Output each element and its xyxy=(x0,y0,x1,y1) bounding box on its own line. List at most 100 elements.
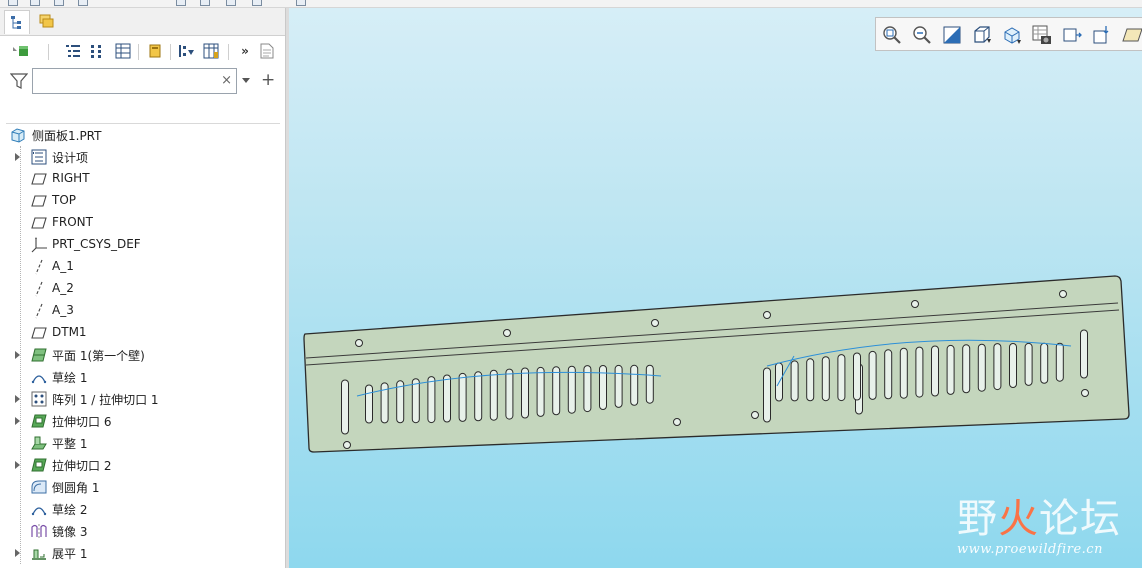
datum-axis-icon xyxy=(35,259,43,275)
filter-row: × + xyxy=(0,66,285,96)
clear-search-button[interactable]: × xyxy=(221,73,232,89)
slot xyxy=(505,368,514,420)
datum-plane-icon xyxy=(31,195,47,207)
tree-item-right[interactable]: RIGHT xyxy=(0,168,285,190)
undo-icon[interactable] xyxy=(78,0,88,6)
tree-item-dtm1[interactable]: DTM1 xyxy=(0,322,285,344)
customize-icon[interactable] xyxy=(296,0,306,6)
tree-item-mirror-3[interactable]: 镜像 3 xyxy=(0,520,285,542)
search-box[interactable]: × xyxy=(32,68,237,94)
slot xyxy=(763,367,771,423)
slot xyxy=(427,376,436,424)
tree-item-label: A_2 xyxy=(52,281,74,295)
slot xyxy=(1080,329,1088,379)
tree-item-front[interactable]: FRONT xyxy=(0,212,285,234)
slot xyxy=(630,364,639,406)
tree-item-label: RIGHT xyxy=(52,171,90,185)
sheet-metal-part[interactable] xyxy=(289,8,1142,568)
tree-item-label: 草绘 1 xyxy=(52,371,88,385)
tab-layers[interactable] xyxy=(34,10,60,34)
tree-item-label: 倒圆角 1 xyxy=(52,481,100,495)
close-window-icon[interactable] xyxy=(226,0,236,6)
slot xyxy=(341,379,349,435)
graphics-viewport[interactable]: 野火论坛 www.proewildfire.cn xyxy=(289,8,1142,568)
notes-icon[interactable] xyxy=(258,42,276,60)
tree-item-unbend-1[interactable]: 展平 1 xyxy=(0,542,285,564)
slot xyxy=(962,344,971,394)
tree-item-round-1[interactable]: 倒圆角 1 xyxy=(0,476,285,498)
datum-plane-icon xyxy=(31,173,47,185)
mirror-icon xyxy=(31,524,47,538)
tree-item-a1[interactable]: A_1 xyxy=(0,256,285,278)
slot xyxy=(868,350,877,400)
round-icon xyxy=(31,480,47,494)
slot xyxy=(806,358,815,402)
tree-item-label: 平整 1 xyxy=(52,437,88,451)
new-icon[interactable] xyxy=(8,0,18,6)
slot xyxy=(853,352,861,401)
display-style-icon[interactable] xyxy=(12,42,30,60)
tree-item-extrude-cut-6[interactable]: 拉伸切口 6 xyxy=(0,410,285,432)
tree-item-label: 镜像 3 xyxy=(52,525,88,539)
slot xyxy=(1040,342,1049,384)
tree-item-design-items[interactable]: 设计项 xyxy=(0,146,285,168)
columns-icon[interactable] xyxy=(202,42,220,60)
slot xyxy=(443,374,451,423)
tree-item-extrude-cut-2[interactable]: 拉伸切口 2 xyxy=(0,454,285,476)
expand-arrow-icon[interactable] xyxy=(15,395,20,403)
add-column-icon[interactable] xyxy=(178,42,196,60)
tree-item-a3[interactable]: A_3 xyxy=(0,300,285,322)
datum-axis-icon xyxy=(35,303,43,319)
expand-arrow-icon[interactable] xyxy=(15,153,20,161)
slot xyxy=(837,354,846,402)
add-filter-button[interactable]: + xyxy=(261,70,275,90)
tree-item-csys[interactable]: PRT_CSYS_DEF xyxy=(0,234,285,256)
flat-wall-icon xyxy=(31,436,47,450)
slot xyxy=(536,366,545,417)
tree-header-row xyxy=(6,102,280,124)
hole xyxy=(1081,389,1089,397)
windows-icon[interactable] xyxy=(200,0,210,6)
regenerate-icon[interactable] xyxy=(176,0,186,6)
expand-arrow-icon[interactable] xyxy=(15,351,20,359)
sketch-icon xyxy=(31,375,47,384)
panel-tabs xyxy=(0,8,285,36)
tree-item-top[interactable]: TOP xyxy=(0,190,285,212)
expand-arrow-icon[interactable] xyxy=(15,461,20,469)
settings-icon[interactable] xyxy=(114,42,132,60)
expand-arrow-icon[interactable] xyxy=(15,417,20,425)
filter-icon[interactable] xyxy=(9,72,29,93)
tree-root[interactable]: 侧面板1.PRT xyxy=(0,124,285,146)
show-icon[interactable] xyxy=(146,42,164,60)
slot xyxy=(1055,342,1064,382)
chevron-down-icon[interactable] xyxy=(242,78,250,83)
tree-item-sketch-2[interactable]: 草绘 2 xyxy=(0,498,285,520)
hole xyxy=(1059,290,1067,298)
tree-item-label: 设计项 xyxy=(52,151,89,165)
datum-plane-icon xyxy=(31,217,47,229)
extrude-cut-icon xyxy=(31,414,47,428)
settings-icon[interactable] xyxy=(252,0,262,6)
tree-item-flat-1[interactable]: 平整 1 xyxy=(0,432,285,454)
tab-model-tree[interactable] xyxy=(4,10,30,34)
slot xyxy=(458,372,467,422)
tree-item-label: A_1 xyxy=(52,259,74,273)
layers-icon xyxy=(39,14,54,28)
save-icon[interactable] xyxy=(54,0,64,6)
expand-arrow-icon[interactable] xyxy=(15,549,20,557)
tree-item-label: 平面 1(第一个壁) xyxy=(52,349,145,363)
tree-item-a2[interactable]: A_2 xyxy=(0,278,285,300)
tree-filter-icon[interactable] xyxy=(88,42,106,60)
tree-item-planar-1[interactable]: 平面 1(第一个壁) xyxy=(0,344,285,366)
slot xyxy=(567,365,576,414)
slot xyxy=(993,343,1002,391)
slot xyxy=(1024,342,1033,386)
tree-item-sketch-1[interactable]: 草绘 1 xyxy=(0,366,285,388)
tree-columns-icon[interactable] xyxy=(64,42,82,60)
tree-item-pattern-1[interactable]: 阵列 1 / 拉伸切口 1 xyxy=(0,388,285,410)
more-icon[interactable]: » xyxy=(236,42,254,60)
hole xyxy=(343,441,351,449)
search-input[interactable] xyxy=(37,72,217,90)
open-icon[interactable] xyxy=(30,0,40,6)
slot xyxy=(977,343,986,392)
